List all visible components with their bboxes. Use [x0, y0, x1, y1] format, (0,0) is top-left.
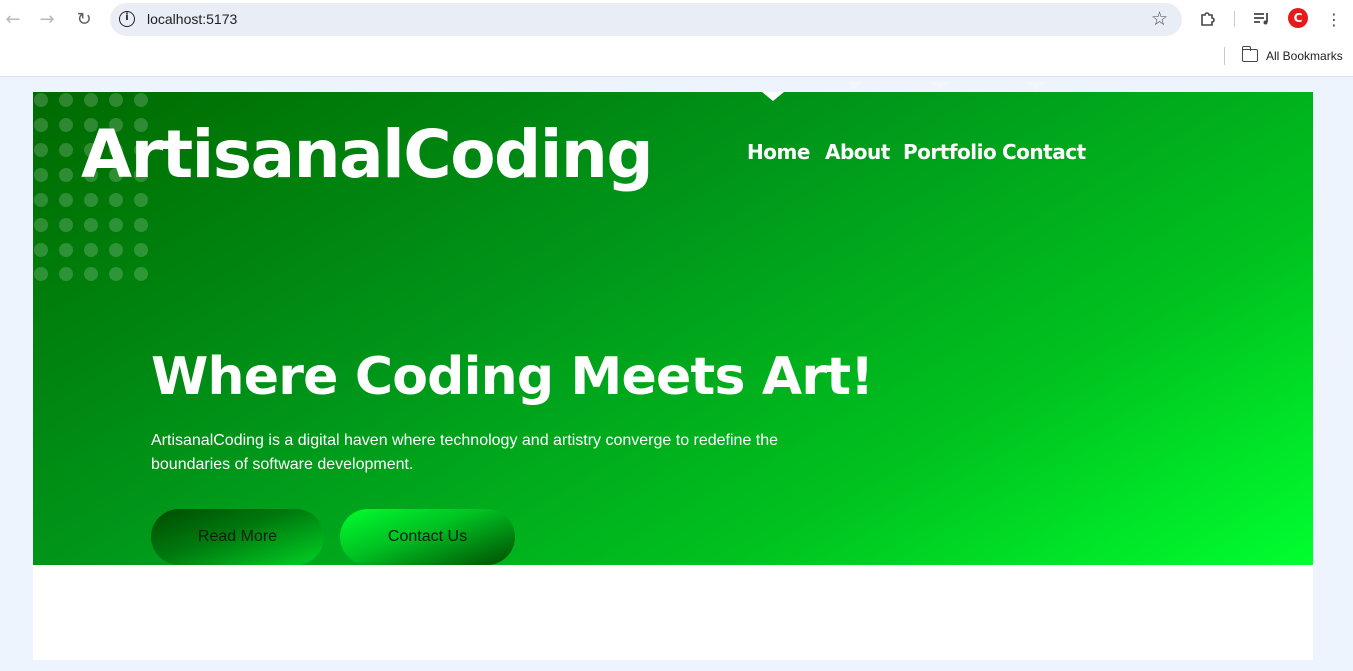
- profile-avatar[interactable]: C: [1288, 8, 1308, 28]
- active-nav-indicator: [762, 92, 784, 101]
- browser-chrome: ← → ↻ i localhost:5173 ☆ C ⋮ All Bookmar…: [0, 0, 1353, 77]
- nav-about[interactable]: About: [825, 140, 890, 164]
- menu-kebab-icon[interactable]: ⋮: [1323, 8, 1345, 30]
- arrow-right-icon: →: [39, 8, 55, 30]
- toolbar-divider: [1234, 11, 1235, 27]
- reload-icon: ↻: [76, 8, 92, 30]
- decorative-notch: [1027, 82, 1045, 90]
- arrow-left-icon: ←: [5, 8, 21, 30]
- url-text[interactable]: localhost:5173: [147, 11, 237, 27]
- back-button[interactable]: ←: [2, 8, 24, 30]
- extensions-icon[interactable]: [1197, 8, 1219, 30]
- bookmarks-divider: [1224, 47, 1225, 65]
- media-control-icon[interactable]: [1251, 8, 1273, 30]
- all-bookmarks-link[interactable]: All Bookmarks: [1266, 49, 1343, 63]
- nav-home[interactable]: Home: [747, 140, 810, 164]
- hero-description: ArtisanalCoding is a digital haven where…: [151, 432, 779, 473]
- decorative-notch: [931, 82, 949, 90]
- forward-button[interactable]: →: [36, 8, 58, 30]
- nav-contact[interactable]: Contact: [1002, 140, 1086, 164]
- decorative-notch: [845, 82, 863, 90]
- hero-section: ArtisanalCoding Home About Portfolio Con…: [33, 92, 1313, 565]
- folder-icon: [1241, 46, 1258, 62]
- bookmark-star-icon[interactable]: ☆: [1151, 8, 1168, 30]
- site-info-icon[interactable]: i: [119, 11, 135, 27]
- address-bar[interactable]: i localhost:5173 ☆: [110, 3, 1182, 36]
- contact-us-button[interactable]: Contact Us: [340, 509, 515, 565]
- site-logo[interactable]: ArtisanalCoding: [81, 116, 654, 193]
- hero-headline: Where Coding Meets Art!: [151, 347, 874, 407]
- reload-button[interactable]: ↻: [73, 8, 95, 30]
- read-more-button[interactable]: Read More: [151, 509, 324, 565]
- nav-portfolio[interactable]: Portfolio: [903, 140, 997, 164]
- web-page: ArtisanalCoding Home About Portfolio Con…: [33, 92, 1313, 660]
